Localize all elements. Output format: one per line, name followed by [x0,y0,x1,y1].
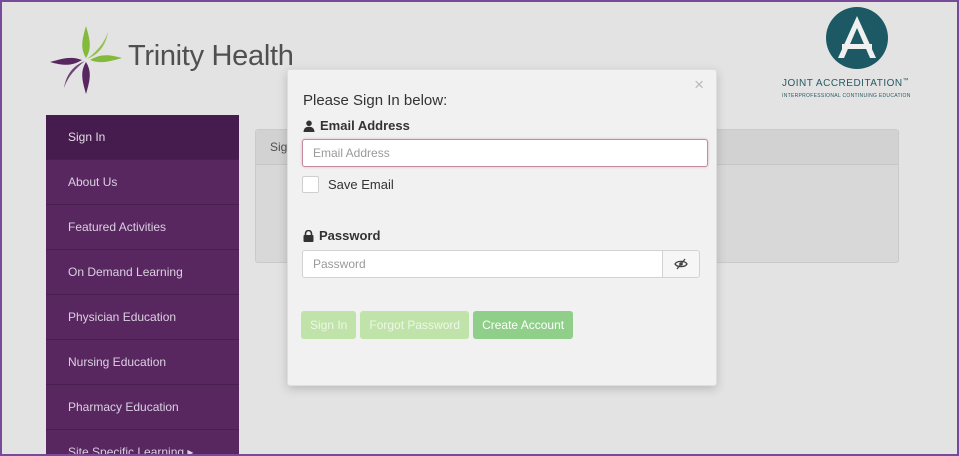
forgot-password-button[interactable]: Forgot Password [360,311,470,339]
save-email-row: Save Email [302,176,394,193]
password-label: Password [303,228,380,243]
password-visibility-toggle[interactable] [662,250,700,278]
save-email-label: Save Email [328,177,394,192]
password-input-group [302,250,700,278]
eye-slash-icon [674,258,688,270]
modal-title: Please Sign In below: [303,92,448,109]
email-label: Email Address [303,118,410,133]
save-email-checkbox[interactable] [302,176,319,193]
sign-in-button[interactable]: Sign In [301,311,357,339]
close-icon[interactable]: × [694,75,704,95]
sign-in-modal: × Please Sign In below: Email Address Sa… [287,69,717,386]
page-frame: Trinity Health JOINT ACCREDITATION™ INTE… [0,0,959,456]
password-field[interactable] [302,250,662,278]
user-icon [303,120,315,132]
password-label-text: Password [319,228,381,243]
modal-actions: Sign In Forgot Password Create Account [301,311,574,339]
lock-icon [303,229,314,242]
email-field[interactable] [302,139,708,167]
email-label-text: Email Address [320,118,410,133]
create-account-button[interactable]: Create Account [473,311,574,339]
page-background: Trinity Health JOINT ACCREDITATION™ INTE… [2,2,957,454]
